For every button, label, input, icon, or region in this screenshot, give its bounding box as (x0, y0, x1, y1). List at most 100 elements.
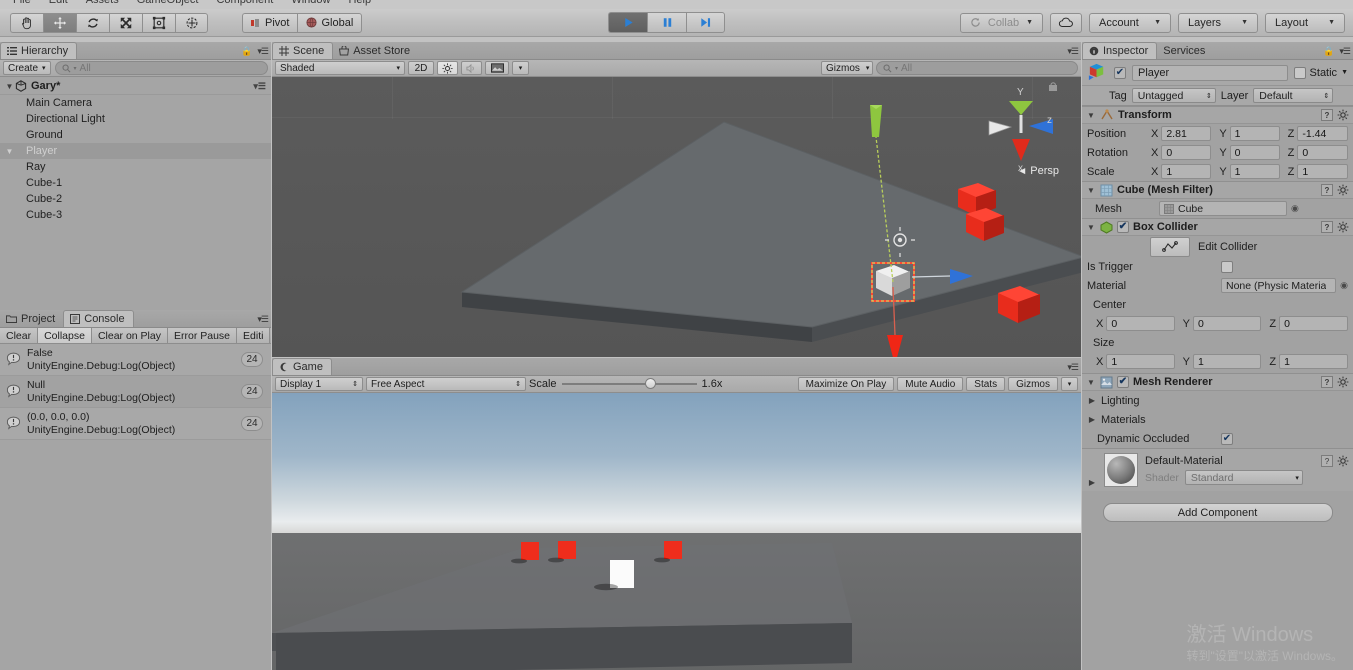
center-x-value[interactable]: 0 (1106, 316, 1175, 331)
console-log-row[interactable]: False UnityEngine.Debug:Log(Object) 24 (0, 344, 271, 376)
scene-audio-button[interactable] (461, 61, 482, 75)
stats-button[interactable]: Stats (966, 377, 1006, 391)
step-button[interactable] (686, 12, 725, 33)
rotation-z-field[interactable]: Z 0 (1288, 145, 1348, 160)
hierarchy-item-ray[interactable]: Ray (0, 159, 271, 175)
mesh-object-field[interactable]: Cube (1159, 201, 1287, 216)
static-toggle[interactable]: Static ▼ (1293, 66, 1348, 79)
console-log-row[interactable]: Null UnityEngine.Debug:Log(Object) 24 (0, 376, 271, 408)
size-z-field[interactable]: Z 1 (1269, 354, 1349, 369)
mesh-filter-foldout-icon[interactable]: ▼ (1086, 186, 1096, 195)
inspector-menu-icon[interactable]: ▾☰ (1339, 46, 1351, 57)
help-icon[interactable]: ? (1321, 221, 1333, 233)
console-menu-icon[interactable]: ▾☰ (257, 314, 269, 325)
materials-foldout-icon[interactable]: ▶ (1087, 415, 1097, 424)
mesh-renderer-foldout-icon[interactable]: ▼ (1086, 378, 1096, 387)
maximize-on-play-button[interactable]: Maximize On Play (797, 377, 895, 391)
center-y-field[interactable]: Y 0 (1183, 316, 1262, 331)
error-pause-button[interactable]: Error Pause (167, 328, 238, 343)
menu-item-component[interactable]: Component (207, 0, 282, 6)
rotate-tool-button[interactable] (76, 12, 109, 33)
game-menu-icon[interactable]: ▾☰ (1067, 362, 1079, 373)
transform-tool-button[interactable] (175, 12, 208, 33)
hierarchy-item-cube-1[interactable]: ▸ Cube-1 (0, 175, 271, 191)
gear-icon[interactable] (1337, 376, 1349, 388)
center-z-value[interactable]: 0 (1279, 316, 1349, 331)
tab-project[interactable]: Project (0, 310, 63, 327)
mesh-filter-component-header[interactable]: ▼ Cube (Mesh Filter) ? (1082, 181, 1353, 199)
size-y-field[interactable]: Y 1 (1183, 354, 1262, 369)
game-gizmos-dropdown[interactable]: ▾ (1061, 377, 1078, 391)
collapse-button[interactable]: Collapse (38, 328, 92, 343)
object-name-field[interactable]: Player (1132, 64, 1288, 81)
help-icon[interactable]: ? (1321, 376, 1333, 388)
physic-material-field[interactable]: None (Physic Materia (1221, 278, 1337, 293)
hierarchy-item-main-camera[interactable]: ▸ Main Camera (0, 95, 271, 111)
tab-asset-store[interactable]: Asset Store (333, 42, 418, 59)
physic-material-picker-icon[interactable]: ◉ (1340, 280, 1348, 291)
center-x-field[interactable]: X 0 (1096, 316, 1175, 331)
scene-axis-gizmo[interactable]: Y z x (981, 81, 1061, 176)
mute-audio-button[interactable]: Mute Audio (897, 377, 964, 391)
hierarchy-item-cube-2[interactable]: ▸ Cube-2 (0, 191, 271, 207)
menu-item-help[interactable]: Help (339, 0, 380, 6)
box-collider-foldout-icon[interactable]: ▼ (1086, 223, 1096, 232)
object-enabled-checkbox[interactable] (1114, 66, 1126, 79)
position-y-field[interactable]: Y 1 (1219, 126, 1280, 141)
pivot-button[interactable]: Pivot (242, 12, 298, 33)
dynamic-occluded-checkbox[interactable] (1221, 432, 1233, 445)
box-collider-component-header[interactable]: ▼ Box Collider ? (1082, 218, 1353, 236)
scene-lighting-button[interactable] (437, 61, 458, 75)
position-z-value[interactable]: -1.44 (1297, 126, 1348, 141)
help-icon[interactable]: ? (1321, 184, 1333, 196)
tab-scene[interactable]: Scene (272, 42, 334, 59)
hand-tool-button[interactable] (10, 12, 43, 33)
position-x-field[interactable]: X 2.81 (1151, 126, 1212, 141)
add-component-button[interactable]: Add Component (1102, 503, 1333, 522)
is-trigger-checkbox[interactable] (1221, 260, 1233, 273)
collab-button[interactable]: Collab ▼ (959, 12, 1043, 33)
cloud-button[interactable] (1050, 12, 1082, 33)
scene-foldout-icon[interactable]: ▼ (4, 82, 15, 91)
tab-hierarchy[interactable]: Hierarchy (0, 42, 78, 59)
menu-item-file[interactable]: File (4, 0, 40, 6)
material-foldout-icon[interactable]: ▶ (1087, 478, 1097, 487)
scene-menu-icon[interactable]: ▾☰ (1067, 46, 1079, 57)
menu-item-edit[interactable]: Edit (40, 0, 77, 6)
menu-item-gameobject[interactable]: GameObject (128, 0, 208, 6)
create-button[interactable]: Create ▾ (3, 61, 51, 75)
scene-context-menu-icon[interactable]: ▾☰ (253, 81, 266, 92)
scene-fx-button[interactable] (485, 61, 509, 75)
mesh-renderer-component-header[interactable]: ▼ Mesh Renderer ? (1082, 373, 1353, 391)
box-collider-enabled-checkbox[interactable] (1117, 221, 1129, 233)
scale-y-field[interactable]: Y 1 (1219, 164, 1280, 179)
rect-tool-button[interactable] (142, 12, 175, 33)
gear-icon[interactable] (1337, 184, 1349, 196)
gizmos-dropdown[interactable]: Gizmos ▾ (821, 61, 873, 75)
hierarchy-item-cube-3[interactable]: ▸ Cube-3 (0, 207, 271, 223)
chevron-down-icon[interactable]: ▼ (1341, 69, 1348, 76)
position-y-value[interactable]: 1 (1229, 126, 1280, 141)
scene-search-input[interactable]: ▾ All (876, 61, 1078, 75)
scene-viewport[interactable]: Y z x ◄ Persp (272, 77, 1081, 357)
rotation-y-field[interactable]: Y 0 (1219, 145, 1280, 160)
shading-mode-dropdown[interactable]: Shaded ▾ (275, 61, 405, 75)
transform-component-header[interactable]: ▼ Transform ? (1082, 106, 1353, 124)
scene-fx-dropdown[interactable]: ▾ (512, 61, 529, 75)
scale-z-field[interactable]: Z 1 (1288, 164, 1348, 179)
center-z-field[interactable]: Z 0 (1269, 316, 1349, 331)
scale-slider-knob[interactable] (645, 378, 657, 389)
lighting-foldout-row[interactable]: ▶ Lighting (1082, 391, 1353, 410)
center-y-value[interactable]: 0 (1193, 316, 1262, 331)
lock-icon[interactable]: 🔒 (241, 46, 252, 57)
move-tool-button[interactable] (43, 12, 76, 33)
layers-button[interactable]: Layers ▼ (1178, 12, 1258, 33)
console-log-list[interactable]: False UnityEngine.Debug:Log(Object) 24 N… (0, 344, 271, 440)
layout-button[interactable]: Layout ▼ (1265, 12, 1345, 33)
pause-button[interactable] (647, 12, 686, 33)
gear-icon[interactable] (1337, 455, 1349, 467)
scale-x-field[interactable]: X 1 (1151, 164, 1212, 179)
game-viewport[interactable] (272, 393, 1081, 670)
lighting-foldout-icon[interactable]: ▶ (1087, 396, 1097, 405)
hierarchy-item-player[interactable]: ▼ Player (0, 143, 271, 159)
